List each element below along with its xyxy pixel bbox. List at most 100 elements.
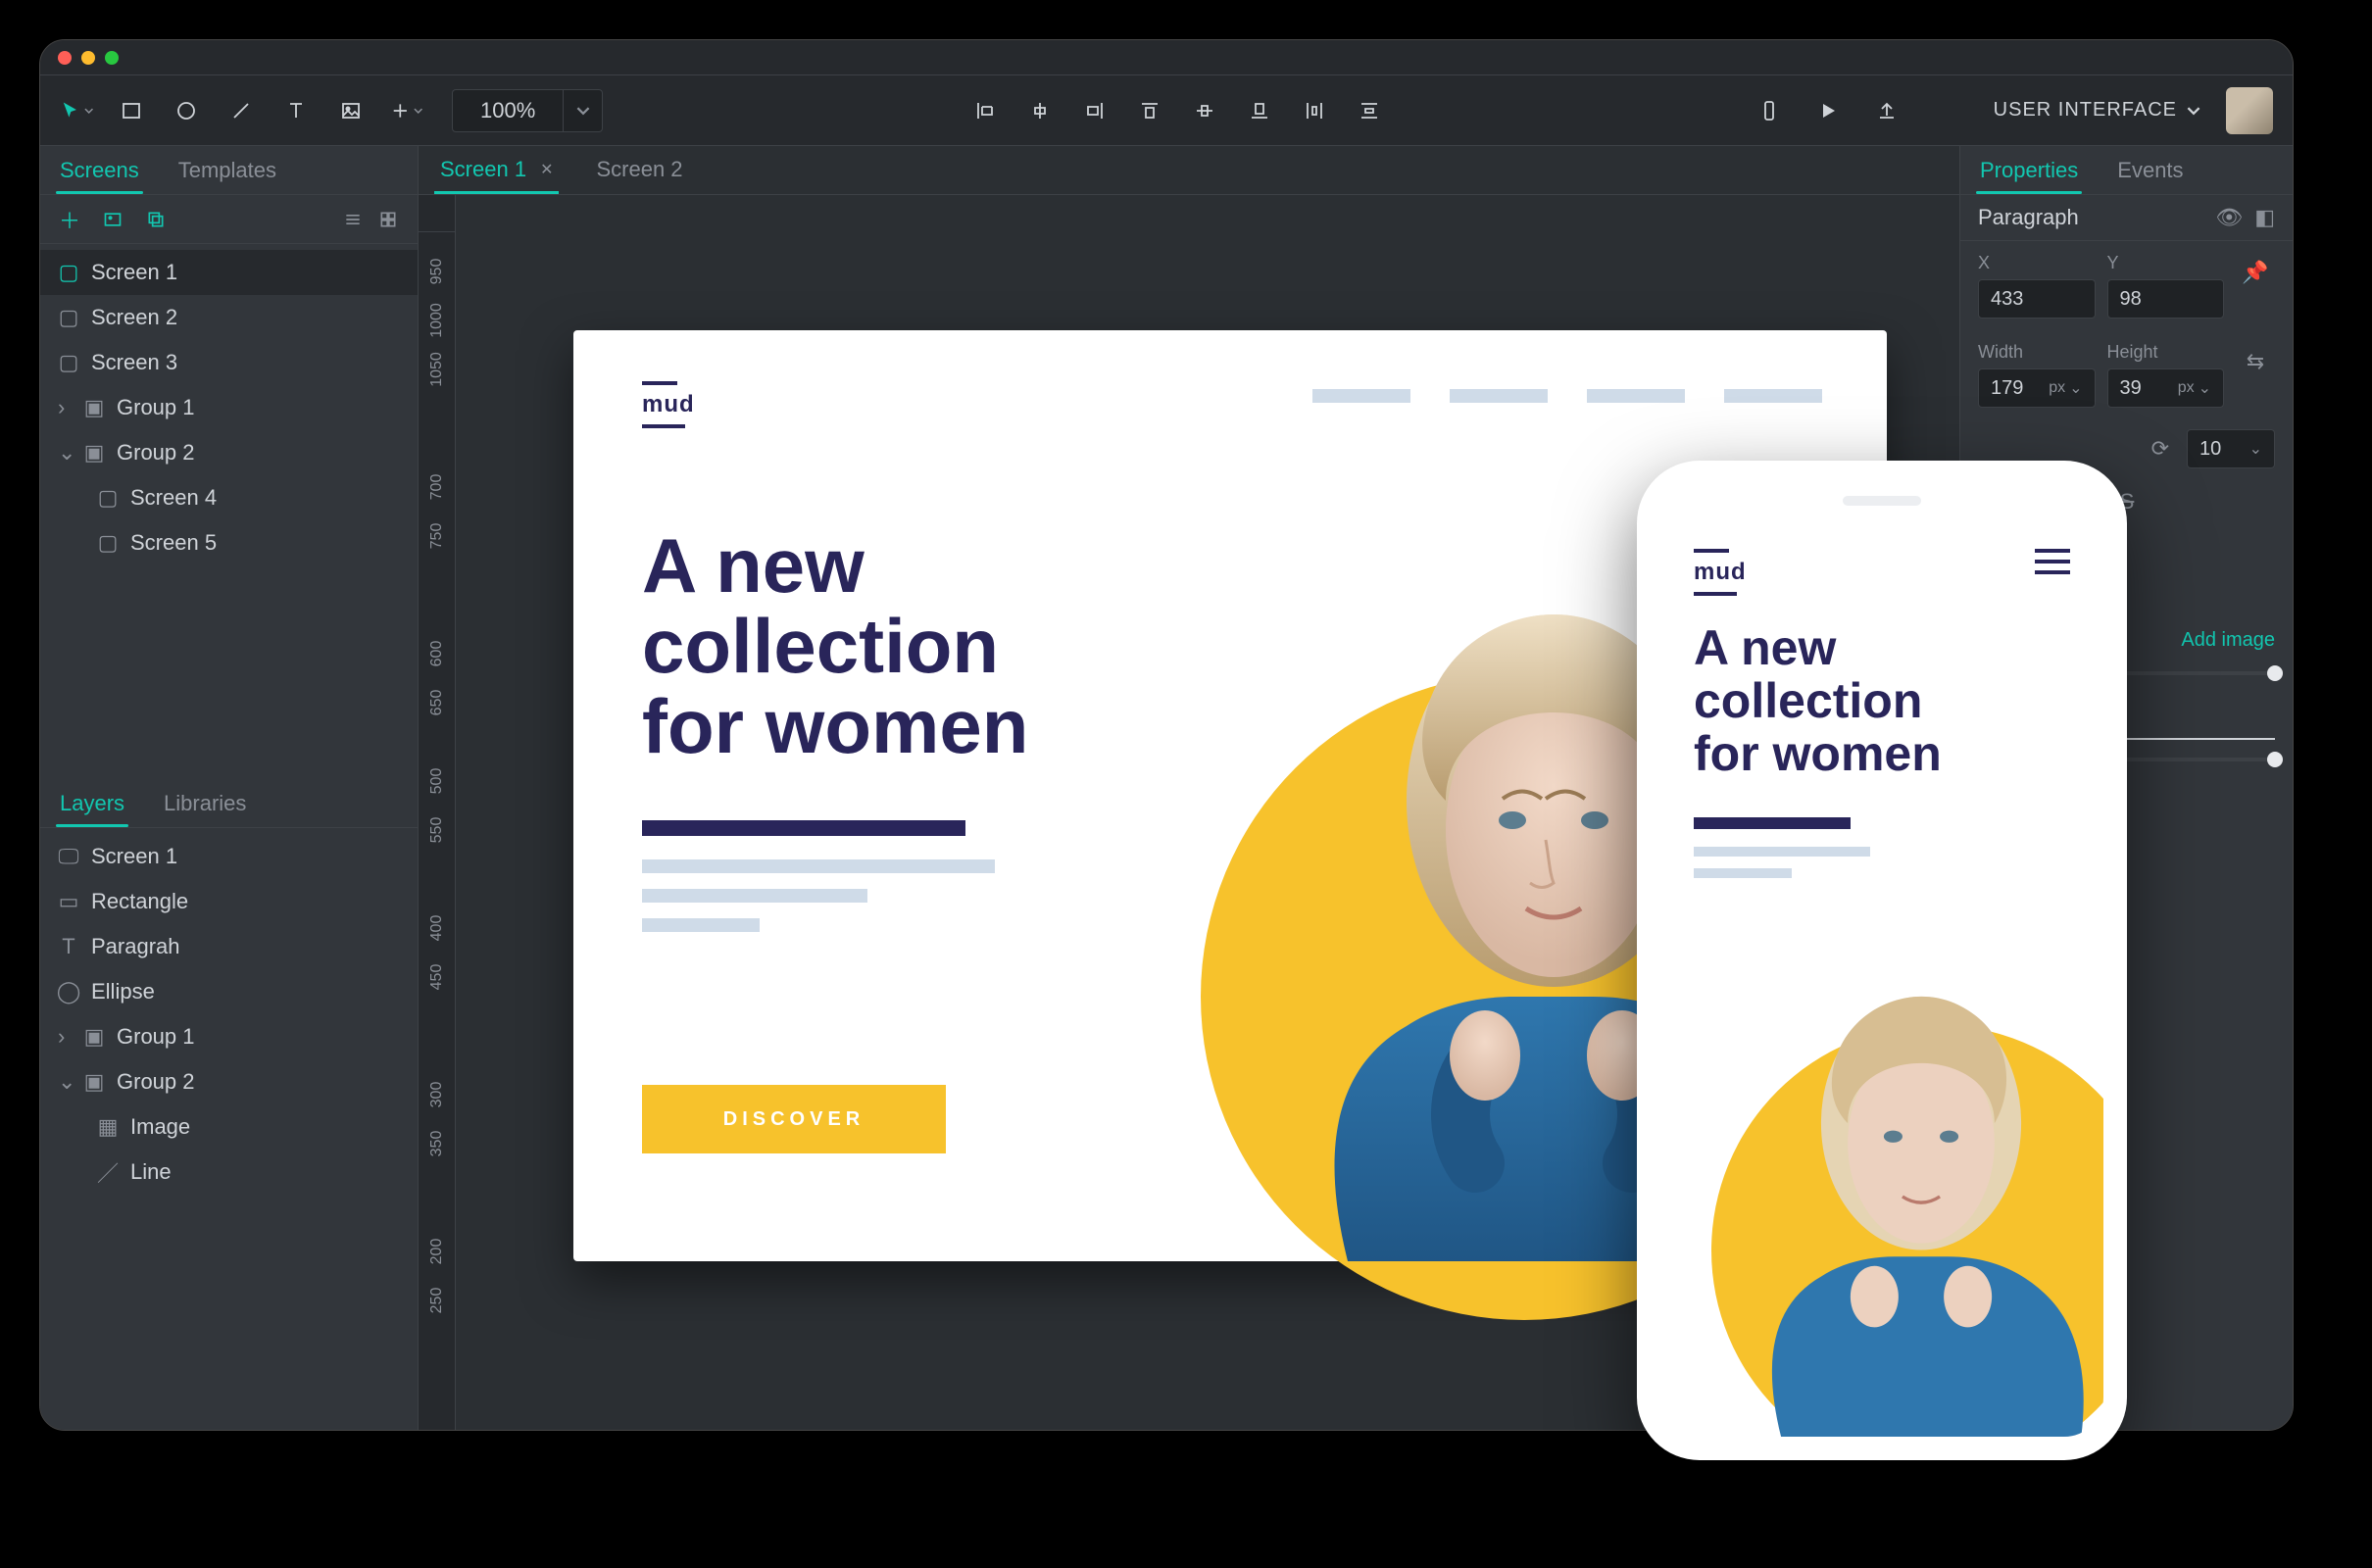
screens-item-screen1[interactable]: ▢ Screen 1 [40,250,418,295]
layer-item-paragraph[interactable]: T Paragrah [40,924,418,969]
align-tools-group [968,94,1386,127]
link-dims-icon[interactable]: ⇆ [2236,342,2275,381]
text-icon: T [58,936,79,957]
tab-label: Events [2117,158,2183,183]
distribute-h-icon[interactable] [1298,94,1331,127]
hamburger-icon[interactable] [2035,549,2070,574]
distribute-v-icon[interactable] [1353,94,1386,127]
user-avatar[interactable] [2226,87,2273,134]
screens-tree: ▢ Screen 1 ▢ Screen 2 ▢ Screen 3 › ▣ Gro… [40,244,418,571]
left-sidebar: Screens Templates ＋ [40,146,419,1430]
brand-text: mud [1694,559,1747,586]
tab-events[interactable]: Events [2098,146,2202,194]
screens-panel-tools: ＋ [40,195,418,244]
duplicate-screen-button[interactable] [142,206,170,233]
selected-element-label: Paragraph [1978,205,2079,230]
upload-icon[interactable] [1870,94,1903,127]
chevron-down-icon[interactable] [563,89,602,132]
pin-icon[interactable]: 📌 [2236,253,2275,292]
width-value: 179 [1991,377,2023,400]
layer-item-rectangle[interactable]: ▭ Rectangle [40,879,418,924]
layer-item-line[interactable]: ／ Line [40,1150,418,1195]
tree-item-label: Screen 1 [91,260,177,285]
doc-tab-screen1[interactable]: Screen 1 ✕ [419,145,574,194]
line-tool[interactable] [224,94,258,127]
screen-icon: ▢ [97,532,119,554]
vertical-ruler[interactable]: 9501000105070075060065050055040045030035… [419,232,456,1430]
grid-view-button[interactable] [374,206,402,233]
width-label: Width [1978,342,2096,363]
layer-item-group2[interactable]: ⌄ ▣ Group 2 [40,1059,418,1104]
mobile-headline: A new collection for women [1694,621,1942,780]
zoom-select[interactable]: 100% [452,89,603,132]
visibility-icon[interactable]: 👁 [2215,205,2243,230]
text-tool[interactable] [279,94,313,127]
ruler-tick-label: 250 [428,1288,446,1314]
play-icon[interactable] [1811,94,1845,127]
unit-select[interactable]: px ⌄ [2049,378,2082,398]
window-close-icon[interactable] [58,51,72,65]
tree-item-label: Group 2 [117,1069,195,1095]
screen-icon: ▢ [97,487,119,509]
ruler-tick-label: 600 [428,641,446,667]
layer-item-ellipse[interactable]: ◯ Ellipse [40,969,418,1014]
image-tool[interactable] [334,94,368,127]
tab-layers[interactable]: Layers [40,779,144,827]
x-input[interactable]: 433 [1978,279,2096,318]
rotation-icon[interactable]: ⟳ [2151,436,2169,462]
height-label: Height [2107,342,2225,363]
folder-icon: ▣ [83,442,105,464]
align-right-icon[interactable] [1078,94,1112,127]
width-input[interactable]: 179 px ⌄ [1978,368,2096,408]
workspace-menu[interactable]: USER INTERFACE [1994,99,2200,122]
align-center-v-icon[interactable] [1188,94,1221,127]
list-view-button[interactable] [339,206,367,233]
tab-libraries[interactable]: Libraries [144,779,266,827]
height-input[interactable]: 39 px ⌄ [2107,368,2225,408]
window-minimize-icon[interactable] [81,51,95,65]
tree-item-label: Screen 2 [91,305,177,330]
align-left-icon[interactable] [968,94,1002,127]
add-screen-button[interactable]: ＋ [56,206,83,233]
brand-logo: mud [642,381,695,428]
tab-screens[interactable]: Screens [40,146,159,194]
screens-item-screen3[interactable]: ▢ Screen 3 [40,340,418,385]
align-bottom-icon[interactable] [1243,94,1276,127]
tab-label: Screens [60,158,139,183]
screens-item-screen2[interactable]: ▢ Screen 2 [40,295,418,340]
layer-item-image[interactable]: ▦ Image [40,1104,418,1150]
add-image-screen-button[interactable] [99,206,126,233]
unit-select[interactable]: px ⌄ [2178,378,2211,398]
headline-underline [642,820,965,836]
align-top-icon[interactable] [1133,94,1166,127]
tab-properties[interactable]: Properties [1960,146,2098,194]
screens-item-screen4[interactable]: ▢ Screen 4 [40,475,418,520]
mobile-preview-device[interactable]: mud A new collection for women [1637,461,2127,1460]
doc-tab-screen2[interactable]: Screen 2 [574,145,704,194]
mobile-brand-logo: mud [1694,549,1747,596]
chevron-right-icon: › [58,395,72,420]
layer-item-group1[interactable]: › ▣ Group 1 [40,1014,418,1059]
tab-templates[interactable]: Templates [159,146,296,194]
window-zoom-icon[interactable] [105,51,119,65]
layer-item-screen1[interactable]: 🖵 Screen 1 [40,834,418,879]
line-icon: ／ [97,1161,119,1183]
screens-item-group1[interactable]: › ▣ Group 1 [40,385,418,430]
y-input[interactable]: 98 [2107,279,2225,318]
cursor-tool[interactable] [60,94,93,127]
ellipse-tool[interactable] [170,94,203,127]
screens-item-group2[interactable]: ⌄ ▣ Group 2 [40,430,418,475]
screens-item-screen5[interactable]: ▢ Screen 5 [40,520,418,565]
mobile-paragraph-placeholder [1694,847,1870,878]
add-tool[interactable] [389,94,422,127]
close-icon[interactable]: ✕ [540,160,553,179]
rotation-input[interactable]: 10 ⌄ [2187,429,2275,468]
layers-icon[interactable]: ◧ [2254,205,2275,230]
screen-icon: ▢ [58,352,79,373]
discover-button[interactable]: DISCOVER [642,1085,946,1153]
device-icon[interactable] [1753,94,1786,127]
align-center-h-icon[interactable] [1023,94,1057,127]
rectangle-tool[interactable] [115,94,148,127]
window-titlebar [40,40,2293,75]
paragraph-placeholder [642,859,995,932]
